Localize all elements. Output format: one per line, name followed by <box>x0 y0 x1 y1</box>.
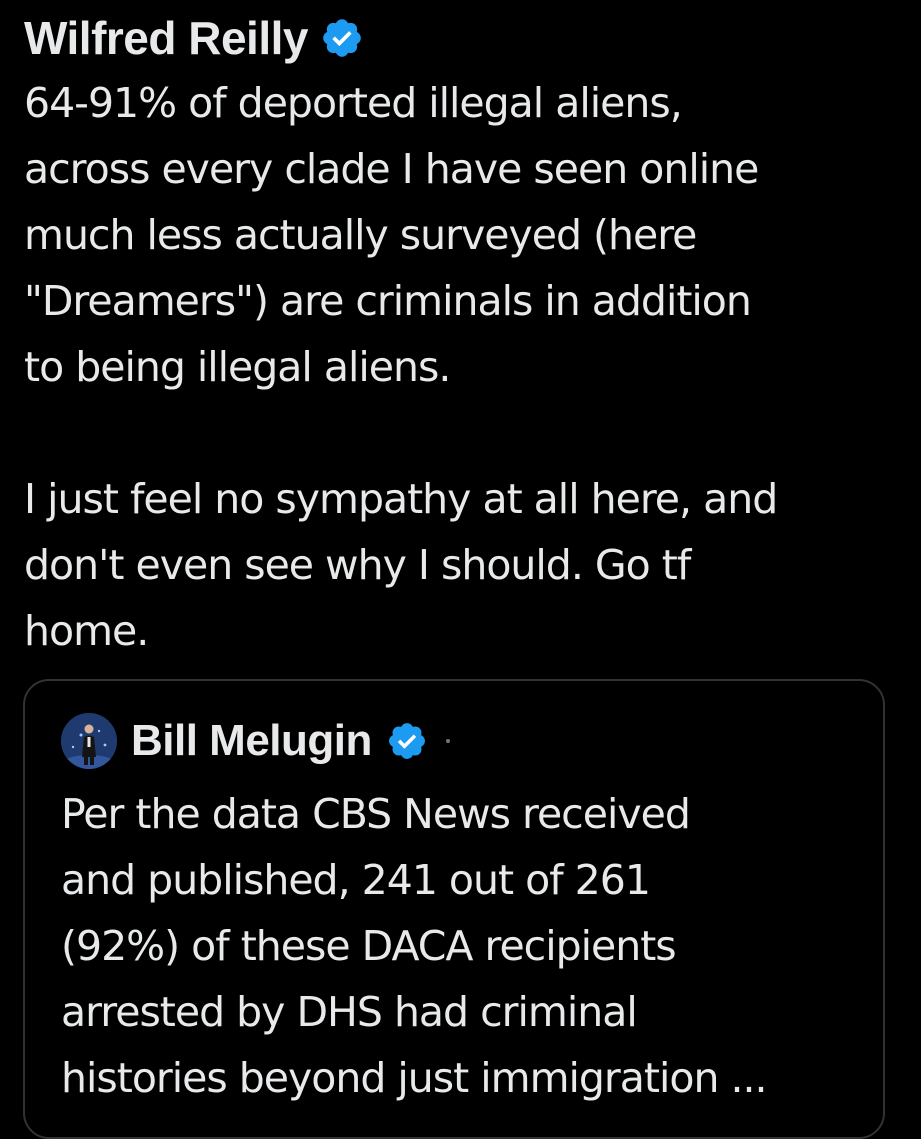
author-name[interactable]: Wilfred Reilly <box>24 10 308 66</box>
quoted-tweet-author-row[interactable]: Bill Melugin <box>61 711 450 771</box>
tweet-text-line: much less actually surveyed (here <box>24 211 697 259</box>
verified-badge-icon[interactable] <box>386 720 428 762</box>
verified-badge-icon[interactable] <box>320 16 364 60</box>
tweet-body: 64-91% of deported illegal aliens, acros… <box>24 70 904 664</box>
tweet-text-line: I just feel no sympathy at all here, and <box>24 475 778 523</box>
tweet-text-line: don't even see why I should. Go tf <box>24 541 691 589</box>
tweet-text-line: "Dreamers") are criminals in addition <box>24 277 752 325</box>
quoted-text-line: and published, 241 out of 261 <box>61 856 651 904</box>
tweet-author-row[interactable]: Wilfred Reilly <box>24 10 364 66</box>
quoted-text-line: arrested by DHS had criminal <box>61 988 638 1036</box>
separator-dot <box>445 739 450 743</box>
tweet-text-line: 64-91% of deported illegal aliens, <box>24 79 683 127</box>
tweet-text-line: across every clade I have seen online <box>24 145 759 193</box>
quoted-text-line: histories beyond just immigration ... <box>61 1054 768 1102</box>
quoted-tweet-card[interactable]: Bill Melugin Per the data CBS News recei… <box>23 679 885 1139</box>
tweet-text-line: to being illegal aliens. <box>24 343 451 391</box>
quoted-text-line: Per the data CBS News received <box>61 790 691 838</box>
tweet-text-line: home. <box>24 607 149 655</box>
quoted-tweet-body: Per the data CBS News received and publi… <box>61 781 881 1111</box>
avatar[interactable] <box>61 713 117 769</box>
quoted-author-name[interactable]: Bill Melugin <box>131 713 372 769</box>
quoted-text-line: (92%) of these DACA recipients <box>61 922 677 970</box>
